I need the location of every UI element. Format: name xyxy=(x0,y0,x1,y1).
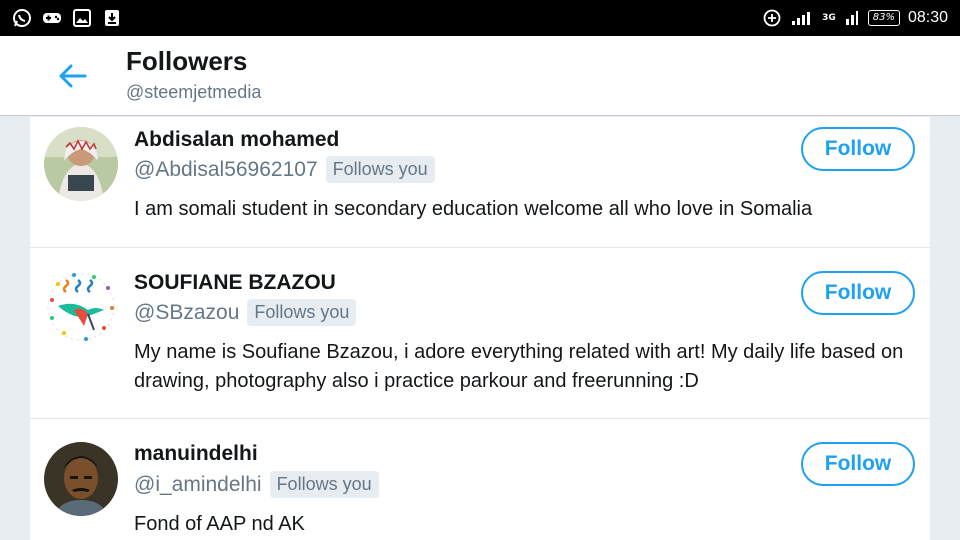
notification-icons xyxy=(12,8,122,28)
follower-row[interactable]: Abdisalan mohamed @Abdisal56962107 Follo… xyxy=(30,117,930,248)
follow-button[interactable]: Follow xyxy=(801,442,915,486)
signal-icon-2 xyxy=(844,8,860,28)
page-subtitle: @steemjetmedia xyxy=(126,82,262,102)
follow-button[interactable]: Follow xyxy=(801,271,915,315)
follower-bio: My name is Soufiane Bzazou, i adore ever… xyxy=(134,341,904,392)
follower-bio: I am somali student in secondary educati… xyxy=(134,198,813,220)
follower-row[interactable]: SOUFIANE BZAZOU @SBzazou Follows you My … xyxy=(30,249,930,419)
follower-handle: @i_amindelhi xyxy=(134,472,262,496)
battery-indicator: 83% xyxy=(867,10,900,26)
network-type-label: 3G xyxy=(822,13,836,23)
avatar[interactable] xyxy=(44,270,118,344)
game-controller-icon xyxy=(42,8,62,28)
data-saver-icon xyxy=(762,8,782,28)
follows-you-badge: Follows you xyxy=(247,299,357,326)
signal-icon xyxy=(790,8,814,28)
follower-handle: @Abdisal56962107 xyxy=(134,157,318,181)
follows-you-badge: Follows you xyxy=(325,156,435,183)
arrow-left-icon xyxy=(59,64,87,88)
follower-handle: @SBzazou xyxy=(134,300,240,324)
image-icon xyxy=(72,8,92,28)
app-header: Followers @steemjetmedia xyxy=(0,36,960,116)
page-title: Followers xyxy=(126,46,248,76)
system-status: 3G 83% 08:30 xyxy=(762,6,948,30)
avatar[interactable] xyxy=(44,127,118,201)
handle-line: @i_amindelhi Follows you xyxy=(134,471,379,498)
follow-button[interactable]: Follow xyxy=(801,127,915,171)
follows-you-badge: Follows you xyxy=(269,471,379,498)
avatar[interactable] xyxy=(44,442,118,516)
handle-line: @Abdisal56962107 Follows you xyxy=(134,156,435,183)
follower-bio: Fond of AAP nd AK xyxy=(134,513,305,535)
follower-name[interactable]: manuindelhi xyxy=(134,442,258,466)
back-button[interactable] xyxy=(52,58,92,94)
follower-name[interactable]: Abdisalan mohamed xyxy=(134,128,339,152)
download-icon xyxy=(102,8,122,28)
status-bar: 3G 83% 08:30 xyxy=(0,0,960,36)
follower-row[interactable]: manuindelhi @i_amindelhi Follows you Fon… xyxy=(30,420,930,540)
handle-line: @SBzazou Follows you xyxy=(134,299,357,326)
whatsapp-icon xyxy=(12,8,32,28)
clock: 08:30 xyxy=(907,9,948,26)
followers-list: Abdisalan mohamed @Abdisal56962107 Follo… xyxy=(30,117,930,540)
follower-name[interactable]: SOUFIANE BZAZOU xyxy=(134,271,336,295)
